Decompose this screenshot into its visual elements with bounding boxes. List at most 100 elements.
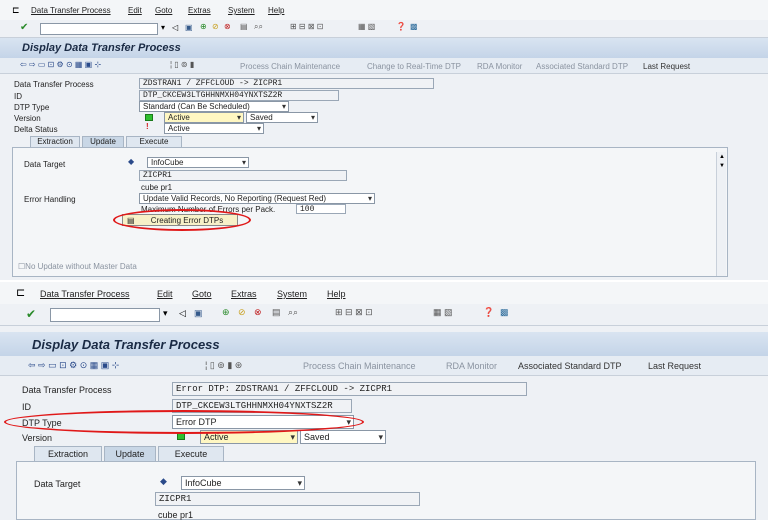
scroll-down-icon[interactable]: ▼ bbox=[719, 163, 725, 169]
print-icon[interactable]: ▤ bbox=[240, 22, 248, 31]
data-target-label: Data Target bbox=[34, 479, 81, 489]
chevron-down-icon: ▾ bbox=[297, 478, 302, 488]
version-status-select[interactable]: Saved ▾ bbox=[300, 430, 386, 444]
tab-update[interactable]: Update bbox=[104, 446, 156, 461]
page-nav-icons[interactable]: ⊞ ⊟ ⊠ ⊡ bbox=[290, 22, 323, 31]
rda-monitor-button[interactable]: RDA Monitor bbox=[477, 62, 522, 71]
print-icon[interactable]: ▤ bbox=[272, 307, 281, 318]
menu-extras[interactable]: Extras bbox=[188, 6, 211, 15]
chevron-down-icon: ▾ bbox=[236, 113, 241, 122]
version-status-value: Saved bbox=[250, 113, 273, 122]
data-target-type-select[interactable]: InfoCube ▾ bbox=[147, 157, 249, 168]
scroll-up-icon[interactable]: ▲ bbox=[719, 154, 725, 160]
version-value: Active bbox=[168, 113, 190, 122]
menu-system[interactable]: System bbox=[228, 6, 255, 15]
last-request-button[interactable]: Last Request bbox=[643, 62, 690, 71]
data-target-type-value: InfoCube bbox=[151, 158, 184, 167]
save-icon[interactable]: ▣ bbox=[194, 308, 203, 319]
last-request-button[interactable]: Last Request bbox=[648, 361, 701, 371]
back-icon[interactable]: ◁ bbox=[172, 23, 178, 32]
back-icon[interactable]: ◁ bbox=[179, 308, 186, 319]
command-dropdown-icon[interactable]: ▾ bbox=[163, 308, 168, 319]
chevron-down-icon: ▾ bbox=[256, 124, 261, 133]
delta-status-label: Delta Status bbox=[14, 125, 58, 134]
system-menu-icon[interactable]: ⊏ bbox=[12, 5, 20, 16]
delta-status-select[interactable]: Active ▾ bbox=[164, 123, 264, 134]
associated-standard-dtp-button[interactable]: Associated Standard DTP bbox=[536, 62, 628, 71]
menu-help[interactable]: Help bbox=[268, 6, 284, 15]
nav-back-green-icon[interactable]: ⊕ bbox=[200, 22, 207, 31]
dtp-type-select[interactable]: Standard (Can Be Scheduled) ▾ bbox=[139, 101, 289, 112]
command-field[interactable] bbox=[50, 308, 160, 322]
chevron-down-icon: ▾ bbox=[310, 113, 315, 122]
data-target-type-value: InfoCube bbox=[185, 478, 222, 488]
menu-bar: ⊏ Data Transfer Process Edit Goto Extras… bbox=[0, 282, 768, 304]
tab-extraction[interactable]: Extraction bbox=[30, 136, 80, 147]
page-nav-icons[interactable]: ⊞ ⊟ ⊠ ⊡ bbox=[335, 307, 373, 318]
find-icon[interactable]: ⌕⌕ bbox=[288, 307, 298, 318]
menu-goto[interactable]: Goto bbox=[155, 6, 172, 15]
menu-edit[interactable]: Edit bbox=[157, 289, 173, 299]
page-title: Display Data Transfer Process bbox=[22, 42, 181, 54]
application-toolbar: ⇦ ⇨ ▭ ⊡ ⚙ ⊙ ▦ ▣ ⊹ ¦ ▯ ⊚ ▮ ⊛ Process Chai… bbox=[0, 356, 768, 376]
max-errors-field[interactable]: 100 bbox=[296, 204, 346, 214]
change-to-realtime-dtp-button[interactable]: Change to Real-Time DTP bbox=[367, 62, 461, 71]
title-bar: Display Data Transfer Process bbox=[0, 332, 768, 356]
tab-update[interactable]: Update bbox=[82, 136, 124, 147]
menu-data-transfer-process[interactable]: Data Transfer Process bbox=[40, 289, 130, 299]
page-title: Display Data Transfer Process bbox=[32, 337, 220, 352]
chevron-down-icon: ▾ bbox=[281, 102, 286, 111]
enter-icon[interactable]: ✔ bbox=[20, 22, 28, 33]
find-icon[interactable]: ⌕⌕ bbox=[254, 22, 263, 32]
menu-system[interactable]: System bbox=[277, 289, 307, 299]
process-chain-maintenance-button[interactable]: Process Chain Maintenance bbox=[240, 62, 340, 71]
toggle-icons[interactable]: ¦ ▯ ⊚ ▮ ⊛ bbox=[205, 360, 242, 371]
nav-icons[interactable]: ⇦ ⇨ ▭ ⊡ ⚙ ⊙ ▦ ▣ ⊹ bbox=[20, 60, 101, 69]
command-field[interactable] bbox=[40, 23, 158, 35]
vertical-scrollbar[interactable]: ▲ ▼ bbox=[716, 152, 726, 276]
customize-icon[interactable]: ▩ bbox=[410, 22, 418, 31]
save-icon[interactable]: ▣ bbox=[185, 23, 193, 32]
command-dropdown-icon[interactable]: ▾ bbox=[161, 23, 165, 32]
tab-execute[interactable]: Execute bbox=[126, 136, 182, 147]
customize-icon[interactable]: ▩ bbox=[500, 307, 509, 318]
nav-icons[interactable]: ⇦ ⇨ ▭ ⊡ ⚙ ⊙ ▦ ▣ ⊹ bbox=[28, 360, 119, 371]
menu-edit[interactable]: Edit bbox=[128, 6, 142, 15]
associated-standard-dtp-button[interactable]: Associated Standard DTP bbox=[518, 361, 622, 371]
layout-icon[interactable]: ▦ ▧ bbox=[433, 307, 453, 318]
tab-extraction[interactable]: Extraction bbox=[34, 446, 102, 461]
cancel-icon[interactable]: ⊗ bbox=[254, 307, 262, 318]
dtp-label: Data Transfer Process bbox=[22, 385, 112, 395]
menu-goto[interactable]: Goto bbox=[192, 289, 212, 299]
cancel-icon[interactable]: ⊗ bbox=[224, 22, 231, 31]
version-status-select[interactable]: Saved ▾ bbox=[246, 112, 318, 123]
toggle-icons[interactable]: ¦ ▯ ⊚ ▮ bbox=[170, 60, 194, 69]
help-icon[interactable]: ❓ bbox=[483, 307, 494, 318]
nav-back-green-icon[interactable]: ⊕ bbox=[222, 307, 230, 318]
target-description: cube pr1 bbox=[158, 510, 194, 520]
target-description: cube pr1 bbox=[141, 183, 173, 192]
id-label: ID bbox=[22, 402, 31, 412]
exit-icon[interactable]: ⊘ bbox=[238, 307, 246, 318]
version-status-value: Saved bbox=[304, 432, 330, 442]
layout-icon[interactable]: ▦ ▧ bbox=[358, 22, 375, 31]
error-handling-select[interactable]: Update Valid Records, No Reporting (Requ… bbox=[139, 193, 375, 204]
tab-execute[interactable]: Execute bbox=[158, 446, 224, 461]
version-select[interactable]: Active ▾ bbox=[164, 112, 244, 123]
data-target-type-select[interactable]: InfoCube ▾ bbox=[181, 476, 305, 490]
menu-data-transfer-process[interactable]: Data Transfer Process bbox=[31, 6, 111, 15]
application-toolbar: ⇦ ⇨ ▭ ⊡ ⚙ ⊙ ▦ ▣ ⊹ ¦ ▯ ⊚ ▮ Process Chain … bbox=[0, 58, 768, 74]
enter-icon[interactable]: ✔ bbox=[26, 307, 36, 321]
no-update-label: No Update without Master Data bbox=[25, 262, 137, 271]
no-update-checkbox[interactable]: ☐No Update without Master Data bbox=[18, 262, 137, 271]
system-menu-icon[interactable]: ⊏ bbox=[16, 286, 25, 299]
process-chain-maintenance-button[interactable]: Process Chain Maintenance bbox=[303, 361, 416, 371]
menu-extras[interactable]: Extras bbox=[231, 289, 257, 299]
chevron-down-icon: ▾ bbox=[378, 432, 383, 442]
dtp-type-value: Standard (Can Be Scheduled) bbox=[143, 102, 250, 111]
rda-monitor-button[interactable]: RDA Monitor bbox=[446, 361, 497, 371]
menu-help[interactable]: Help bbox=[327, 289, 346, 299]
exit-icon[interactable]: ⊘ bbox=[212, 22, 219, 31]
version-status-led-icon bbox=[145, 114, 153, 121]
help-icon[interactable]: ❓ bbox=[396, 22, 406, 31]
